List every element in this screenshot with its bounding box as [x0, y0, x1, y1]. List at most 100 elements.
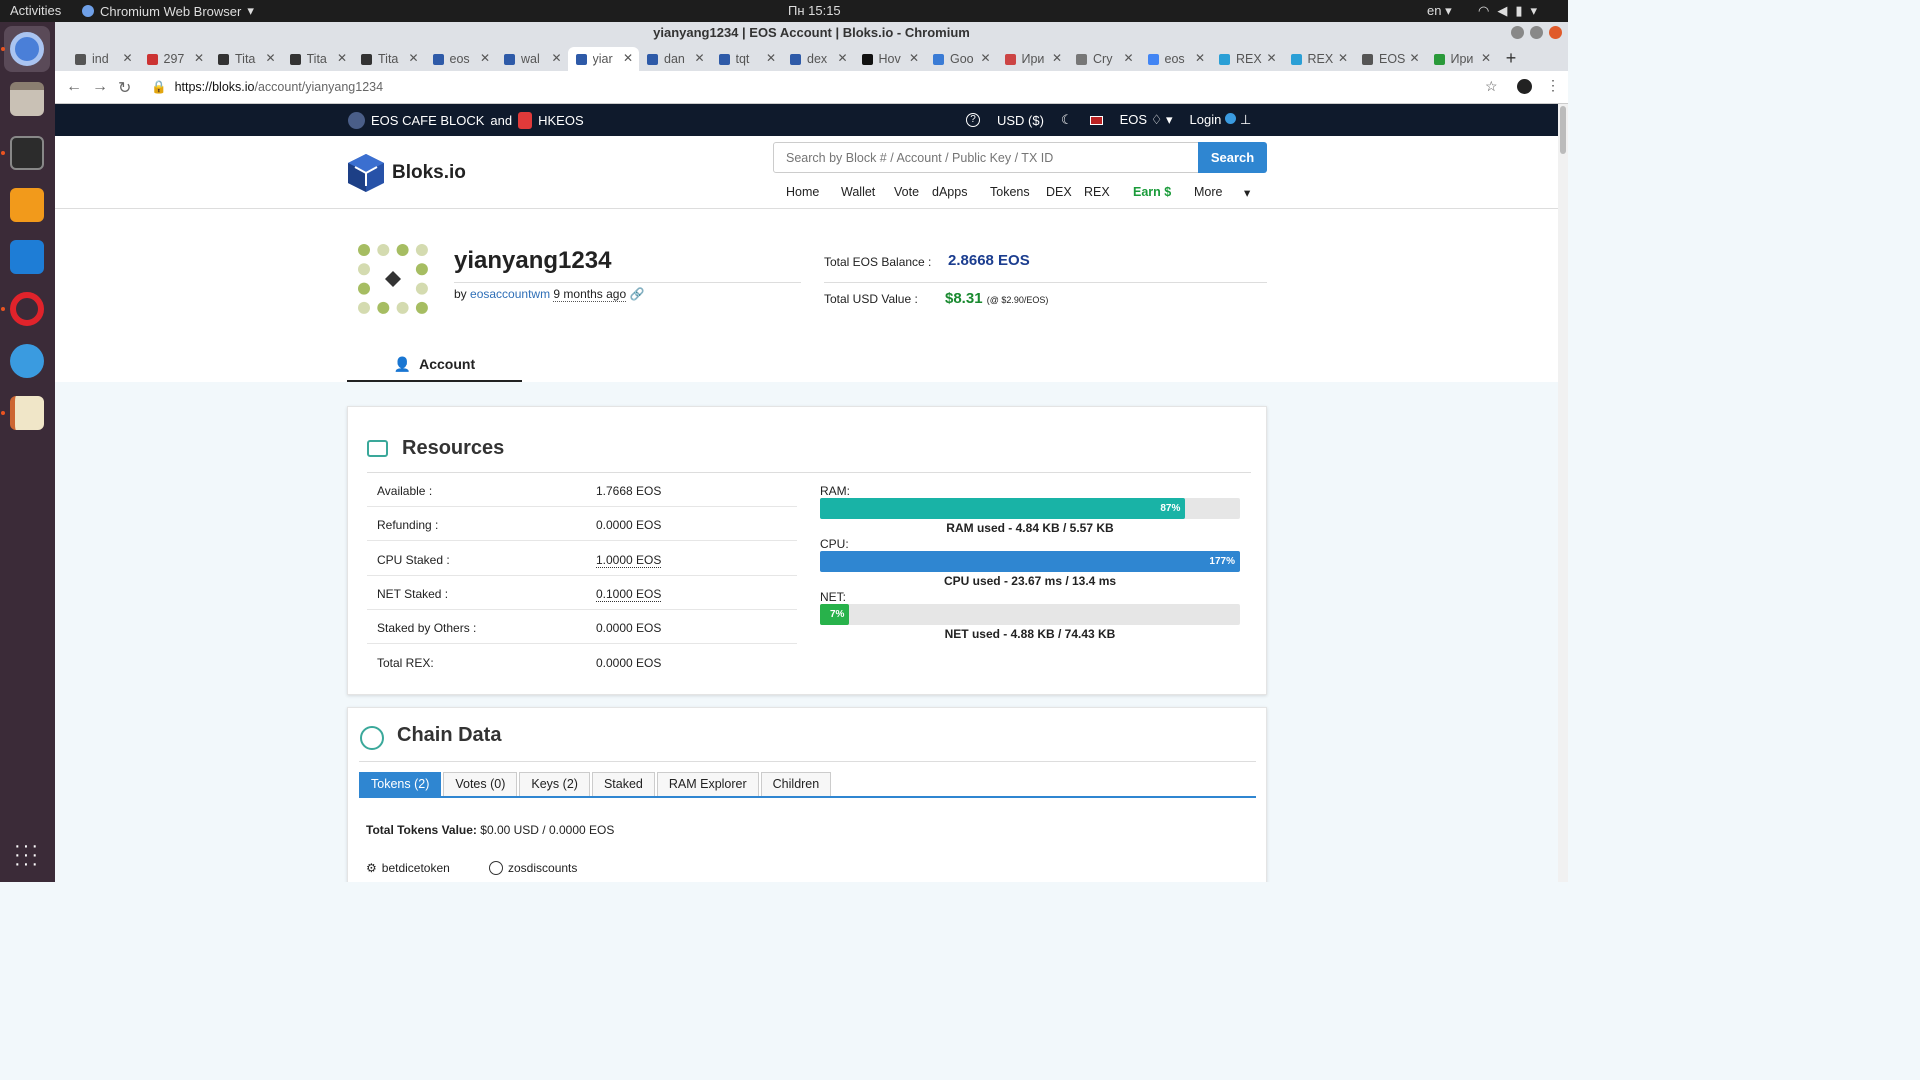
back-icon[interactable]: ← — [66, 78, 82, 96]
tab-close-icon[interactable]: ✕ — [980, 51, 990, 65]
browser-tab[interactable]: REX ✕ — [1283, 47, 1355, 71]
tab-close-icon[interactable]: ✕ — [1195, 51, 1205, 65]
tab-close-icon[interactable]: ✕ — [1266, 51, 1276, 65]
tab-close-icon[interactable]: ✕ — [1123, 51, 1133, 65]
tab-close-icon[interactable]: ✕ — [337, 51, 347, 65]
browser-tab[interactable]: Tita ✕ — [353, 47, 425, 71]
currency-selector[interactable]: USD ($) — [997, 113, 1044, 128]
nav-more[interactable]: More — [1194, 185, 1244, 200]
dock-vscode[interactable] — [4, 234, 50, 280]
menu-kebab-icon[interactable]: ⋮ — [1546, 77, 1560, 94]
tab-close-icon[interactable]: ✕ — [1338, 51, 1348, 65]
maximize-button[interactable] — [1530, 26, 1543, 39]
tab-close-icon[interactable]: ✕ — [623, 51, 633, 65]
chain-tab-keys[interactable]: Keys (2) — [519, 772, 590, 797]
us-flag-icon[interactable] — [1089, 115, 1103, 125]
tab-close-icon[interactable]: ✕ — [1409, 51, 1419, 65]
token-item[interactable]: zosdiscounts — [489, 861, 577, 875]
browser-tab[interactable]: wal ✕ — [496, 47, 568, 71]
minimize-button[interactable] — [1511, 26, 1524, 39]
browser-tab[interactable]: Tita ✕ — [210, 47, 282, 71]
browser-tab[interactable]: Cry ✕ — [1068, 47, 1140, 71]
tab-close-icon[interactable]: ✕ — [909, 51, 919, 65]
search-button[interactable]: Search — [1198, 142, 1267, 173]
dock-terminal[interactable] — [4, 130, 50, 176]
tab-close-icon[interactable]: ✕ — [480, 51, 490, 65]
chain-tab-ramexplorer[interactable]: RAM Explorer — [656, 772, 759, 797]
help-icon[interactable]: ? — [966, 113, 980, 127]
browser-tab[interactable]: EOS ✕ — [1354, 47, 1426, 71]
clock[interactable]: Пн 15:15 — [788, 3, 841, 18]
tab-close-icon[interactable]: ✕ — [694, 51, 704, 65]
nav-vote[interactable]: Vote — [894, 185, 932, 200]
scrollbar-thumb[interactable] — [1560, 106, 1566, 154]
browser-tab[interactable]: Tita ✕ — [282, 47, 354, 71]
creator-link[interactable]: eosaccountwm — [470, 287, 550, 301]
site-logo[interactable]: Bloks.io — [347, 153, 466, 193]
token-item[interactable]: ⚙ betdicetoken — [366, 861, 450, 875]
system-tray[interactable]: ◠ ◀ ▮ ▾ — [1478, 3, 1537, 19]
nav-dex[interactable]: DEX — [1046, 185, 1084, 200]
browser-tab[interactable]: Ири ✕ — [997, 47, 1069, 71]
show-applications-button[interactable]: ··· ··· ··· — [4, 832, 50, 878]
tab-close-icon[interactable]: ✕ — [766, 51, 776, 65]
new-tab-button[interactable]: + — [1497, 47, 1525, 71]
browser-tab[interactable]: Hov ✕ — [854, 47, 926, 71]
lock-icon[interactable]: 🔒 — [151, 80, 167, 94]
tab-close-icon[interactable]: ✕ — [837, 51, 847, 65]
page-scrollbar[interactable] — [1558, 104, 1568, 882]
nav-rex[interactable]: REX — [1084, 185, 1133, 200]
browser-tab[interactable]: REX ✕ — [1211, 47, 1283, 71]
activities-button[interactable]: Activities — [10, 3, 61, 18]
tab-close-icon[interactable]: ✕ — [122, 51, 132, 65]
resource-value[interactable]: 1.0000 EOS — [596, 553, 662, 568]
chain-tab-children[interactable]: Children — [760, 772, 832, 797]
created-ago[interactable]: 9 months ago — [553, 287, 627, 302]
dock-sublime[interactable] — [4, 182, 50, 228]
network-selector[interactable]: EOS ♢ ▾ — [1120, 112, 1173, 128]
chain-tab-tokens[interactable]: Tokens (2) — [359, 772, 442, 797]
dock-simplenote[interactable] — [4, 338, 50, 384]
profile-avatar[interactable] — [1517, 79, 1532, 94]
dock-files[interactable] — [4, 76, 50, 122]
tab-close-icon[interactable]: ✕ — [1481, 51, 1491, 65]
tab-close-icon[interactable]: ✕ — [551, 51, 561, 65]
chain-tab-staked[interactable]: Staked — [591, 772, 655, 797]
browser-tab[interactable]: eos ✕ — [1140, 47, 1212, 71]
browser-tab[interactable]: Goo ✕ — [925, 47, 997, 71]
nav-earn[interactable]: Earn $ — [1133, 185, 1194, 200]
promo-sponsors[interactable]: EOS CAFE BLOCK and HKEOS — [348, 112, 584, 129]
tab-account[interactable]: 👤 Account — [347, 346, 522, 382]
tab-close-icon[interactable]: ✕ — [1052, 51, 1062, 65]
close-button[interactable] — [1549, 26, 1562, 39]
chain-tab-votes[interactable]: Votes (0) — [443, 772, 518, 797]
moon-icon[interactable]: ☾ — [1061, 112, 1073, 128]
browser-tab[interactable]: tqt ✕ — [711, 47, 783, 71]
bookmark-star-icon[interactable]: ☆ — [1485, 78, 1498, 95]
tab-close-icon[interactable]: ✕ — [265, 51, 275, 65]
browser-tab[interactable]: yiar ✕ — [567, 47, 639, 71]
language-indicator[interactable]: en ▾ — [1427, 3, 1452, 19]
login-button[interactable]: Login ⊥ — [1190, 112, 1252, 128]
reload-icon[interactable]: ↻ — [118, 78, 131, 98]
nav-home[interactable]: Home — [786, 185, 841, 200]
tab-close-icon[interactable]: ✕ — [408, 51, 418, 65]
forward-icon[interactable]: → — [92, 78, 108, 96]
dock-chromium[interactable] — [4, 26, 50, 72]
dock-text-editor[interactable] — [4, 390, 50, 436]
search-input[interactable] — [773, 142, 1199, 173]
tab-close-icon[interactable]: ✕ — [194, 51, 204, 65]
nav-tokens[interactable]: Tokens — [990, 185, 1046, 200]
browser-tab[interactable]: dan ✕ — [639, 47, 711, 71]
url-field[interactable]: 🔒 https://bloks.io/account/yianyang1234 — [151, 76, 1481, 99]
nav-dapps[interactable]: dApps — [932, 185, 990, 200]
nav-wallet[interactable]: Wallet — [841, 185, 894, 200]
app-menu[interactable]: Chromium Web Browser ▾ — [82, 3, 254, 19]
browser-tab[interactable]: eos ✕ — [425, 47, 497, 71]
browser-tab[interactable]: ind ✕ — [67, 47, 139, 71]
browser-tab[interactable]: dex ✕ — [782, 47, 854, 71]
dock-opera[interactable] — [4, 286, 50, 332]
resource-value[interactable]: 0.1000 EOS — [596, 587, 662, 602]
browser-tab[interactable]: Ири ✕ — [1426, 47, 1498, 71]
link-icon[interactable]: 🔗 — [629, 287, 644, 301]
